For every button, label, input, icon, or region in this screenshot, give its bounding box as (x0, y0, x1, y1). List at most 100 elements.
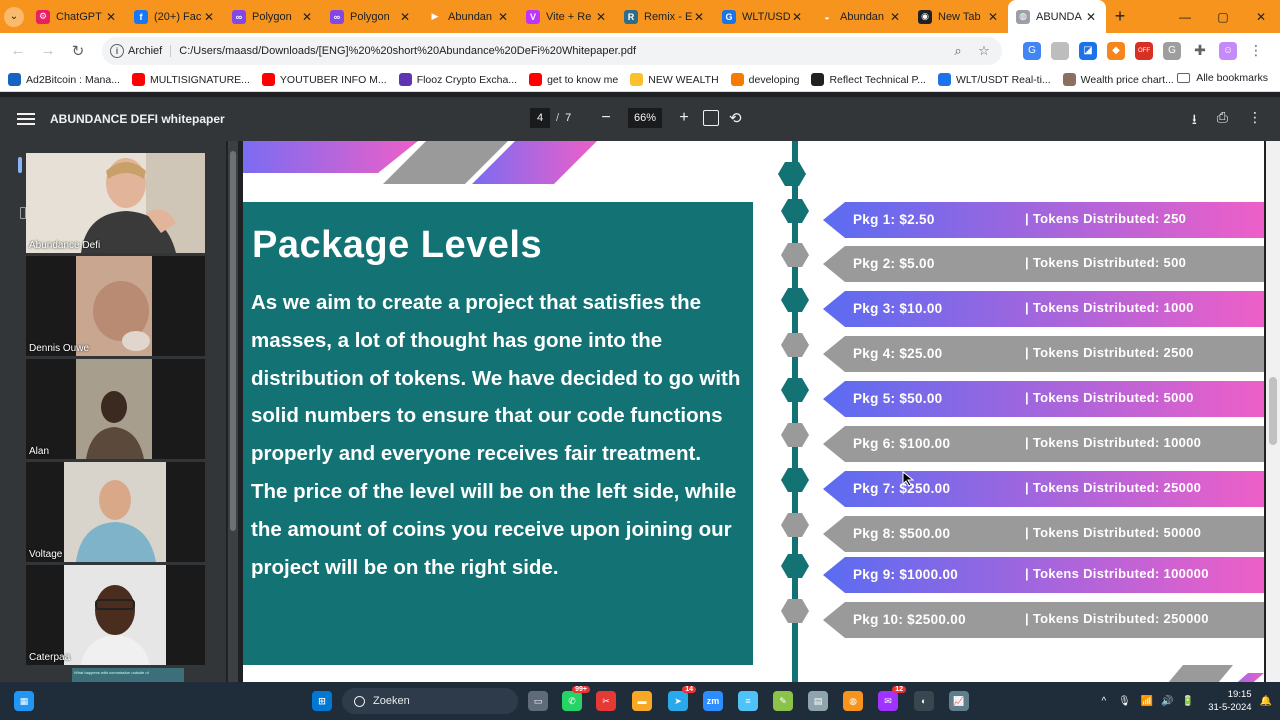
search-placeholder: Zoeken (373, 695, 410, 707)
calculator-icon[interactable]: ▤ (808, 691, 828, 711)
download-icon[interactable]: ⭳ (1192, 109, 1197, 133)
zoom-in-button[interactable]: + (674, 109, 694, 127)
tab-2[interactable]: f (20+) Fac ✕ (126, 0, 224, 33)
page-number-input[interactable]: 4 (530, 108, 550, 128)
rotate-icon[interactable]: ⟲ (729, 109, 742, 127)
maximize-button[interactable]: ▢ (1204, 0, 1242, 33)
close-icon[interactable]: ✕ (692, 10, 706, 24)
bookmark-item[interactable]: NEW WEALTH (630, 73, 719, 86)
fit-page-icon[interactable] (703, 110, 719, 126)
tab-6[interactable]: V Vite + Re ✕ (518, 0, 616, 33)
thumbnails-tab-indicator[interactable] (18, 157, 22, 173)
participant-tile-4[interactable]: Voltage (26, 462, 205, 562)
close-icon[interactable]: ✕ (300, 10, 314, 24)
reload-button[interactable]: ↻ (64, 37, 92, 65)
metamask-icon[interactable]: ◆ (1107, 41, 1125, 60)
more-icon[interactable]: ⋮ (1248, 109, 1262, 133)
ext-grey-icon[interactable] (1051, 41, 1069, 60)
taskbar-search[interactable]: Zoeken (342, 688, 518, 714)
app-dark-icon[interactable]: ◐ (914, 691, 934, 711)
forward-button[interactable]: → (34, 37, 62, 65)
menu-icon[interactable]: ⋮ (1247, 42, 1265, 60)
notification-icon[interactable]: 🔔 (1260, 696, 1272, 707)
page-scrollbar[interactable] (1266, 141, 1280, 682)
site-chip[interactable]: Archief (128, 44, 172, 57)
ext-blue-icon[interactable]: ◪ (1079, 41, 1097, 60)
bookmark-item[interactable]: Flooz Crypto Excha... (398, 73, 517, 86)
bookmark-item[interactable]: developing (730, 73, 799, 86)
minimize-button[interactable]: — (1166, 0, 1204, 33)
editor-icon[interactable]: ✎ (773, 691, 793, 711)
task-view-icon[interactable]: ▭ (528, 691, 548, 711)
start-icon[interactable]: ⊞ (312, 691, 332, 711)
close-icon[interactable]: ✕ (1084, 10, 1098, 24)
whatsapp-icon[interactable]: ✆ 99+ (562, 686, 590, 711)
snip-icon[interactable]: ✂ (596, 691, 616, 711)
address-bar[interactable]: i Archief C:/Users/maasd/Downloads/[ENG]… (102, 36, 1002, 65)
tab-3[interactable]: ∞ Polygon ✕ (224, 0, 322, 33)
close-window-button[interactable]: ✕ (1242, 0, 1280, 33)
bookmark-item[interactable]: YOUTUBER INFO M... (261, 73, 387, 86)
tray-chevron-icon[interactable]: ^ (1101, 696, 1106, 707)
close-icon[interactable]: ✕ (888, 10, 902, 24)
zoom-level-input[interactable]: 66% (628, 108, 662, 128)
bookmark-item[interactable]: Wealth price chart... (1062, 73, 1174, 86)
bookmark-item[interactable]: Ad2Bitcoin : Mana... (8, 73, 120, 86)
zoom-icon[interactable]: zm (703, 691, 723, 711)
tab-9[interactable]: ◒ Abundan ✕ (812, 0, 910, 33)
close-icon[interactable]: ✕ (202, 10, 216, 24)
monitor-icon[interactable]: 📈 (949, 691, 969, 711)
print-icon[interactable]: ⎙ (1217, 109, 1228, 133)
zoom-out-button[interactable]: − (596, 109, 616, 127)
ext-g-icon[interactable]: G (1163, 41, 1181, 60)
tab-active[interactable]: ◍ ABUNDA ✕ (1008, 0, 1106, 33)
bookmark-item[interactable]: get to know me (529, 73, 618, 86)
close-icon[interactable]: ✕ (986, 10, 1000, 24)
close-icon[interactable]: ✕ (790, 10, 804, 24)
all-bookmarks-button[interactable]: Alle bookmarks (1177, 72, 1268, 84)
page-scroll-thumb[interactable] (1269, 377, 1277, 445)
participant-tile-2[interactable]: Dennis Ouwe (26, 256, 205, 356)
notepad-icon[interactable]: ≡ (738, 691, 758, 711)
tab-search-button[interactable]: ⌄ (0, 0, 28, 33)
close-icon[interactable]: ✕ (398, 10, 412, 24)
sidebar-scroll-thumb[interactable] (230, 151, 236, 531)
battery-icon[interactable]: 🔋 (1182, 696, 1194, 707)
tab-7[interactable]: R Remix - E ✕ (616, 0, 714, 33)
bookmark-item[interactable]: Reflect Technical P... (811, 73, 926, 86)
volume-icon[interactable]: 🔊 (1161, 696, 1173, 707)
off-ext-icon[interactable]: OFF (1135, 41, 1153, 60)
wifi-icon[interactable]: 📶 (1141, 696, 1153, 707)
menu-icon[interactable] (17, 113, 35, 125)
telegram-icon[interactable]: ➤ 14 (668, 686, 696, 711)
close-icon[interactable]: ✕ (104, 10, 118, 24)
messenger-icon[interactable]: ✉ 12 (878, 686, 906, 711)
info-icon[interactable]: i (110, 43, 124, 58)
tab-5[interactable]: ▶ Abundan ✕ (420, 0, 518, 33)
sidebar-scrollbar[interactable] (228, 141, 238, 682)
participant-tile-3[interactable]: Alan (26, 359, 205, 459)
clock[interactable]: 19:15 31-5-2024 (1208, 688, 1251, 714)
bookmark-item[interactable]: WLT/USDT Real-ti... (937, 73, 1051, 86)
bookmark-item[interactable]: MULTISIGNATURE... (131, 73, 250, 86)
star-icon[interactable]: ☆ (974, 43, 994, 59)
url-text[interactable]: C:/Users/maasd/Downloads/[ENG]%20%20shor… (179, 45, 942, 57)
tab-8[interactable]: G WLT/USD ✕ (714, 0, 812, 33)
translate-icon[interactable]: G (1023, 41, 1041, 60)
close-icon[interactable]: ✕ (496, 10, 510, 24)
participant-tile-5[interactable]: Caterpaa (26, 565, 205, 665)
puzzle-icon[interactable]: ✚ (1191, 42, 1209, 60)
chrome-icon[interactable]: ◍ (843, 691, 863, 711)
widgets-icon[interactable]: ▦ (14, 691, 34, 711)
tab-10[interactable]: ◉ New Tab ✕ (910, 0, 1008, 33)
back-button[interactable]: ← (4, 37, 32, 65)
participant-tile-1[interactable]: Abundance Defi (26, 153, 205, 253)
new-tab-button[interactable]: + (1106, 0, 1134, 33)
tab-1[interactable]: ⚙ ChatGPT ✕ (28, 0, 126, 33)
close-icon[interactable]: ✕ (594, 10, 608, 24)
zoom-icon[interactable]: ⌕ (948, 43, 968, 59)
explorer-icon[interactable]: ▬ (632, 691, 652, 711)
profile-icon[interactable]: ☺ (1219, 41, 1237, 60)
tab-4[interactable]: ∞ Polygon ✕ (322, 0, 420, 33)
microphone-icon[interactable]: 🎙 (1118, 696, 1131, 707)
